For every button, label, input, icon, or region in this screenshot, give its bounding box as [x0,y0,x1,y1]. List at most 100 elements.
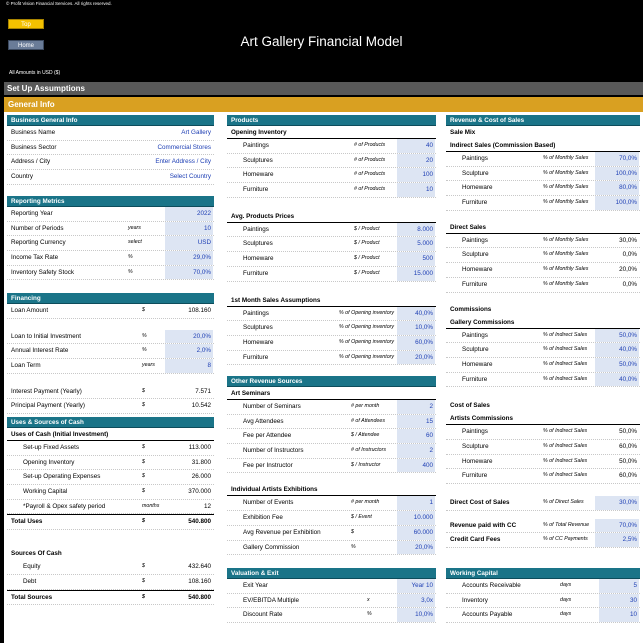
row-label: Furniture [462,375,488,383]
input-cell[interactable]: 60,0% [397,335,435,350]
input-cell[interactable]: 2022 [165,207,213,221]
input-cell[interactable]: 20 [397,153,435,168]
input-cell[interactable]: 10 [165,221,213,236]
input-cell[interactable]: 3,0x [397,593,435,608]
value-cell: 30,0% [619,236,637,244]
input-cell[interactable]: 15.000 [397,266,435,281]
input-cell[interactable]: 2,0% [165,344,213,359]
input-cell[interactable]: 10.000 [397,511,435,525]
input-cell[interactable]: 50,0% [595,357,639,372]
table-row: EV/EBITDA Multiple x 3,0x [227,593,436,609]
row-unit: % of Opening inventory [339,309,395,316]
input-cell[interactable]: 40 [397,139,435,153]
input-cell[interactable]: 80,0% [595,181,639,196]
input-cell[interactable]: 40,0% [397,306,435,321]
row-label: Sculpture [462,251,489,259]
row-unit: $ / Product [354,255,380,262]
row-label: Reporting Currency [11,239,66,247]
table-row: Credit Card Fees % of CC Payments 2,5% [446,533,640,549]
input-cell[interactable]: 50,0% [595,328,639,343]
input-cell[interactable]: 30 [599,593,639,608]
input-cell[interactable]: 100 [397,168,435,183]
input-cell[interactable]: 10,0% [397,321,435,335]
table-row: Direct Cost of Sales % of Direct Sales 30,… [446,496,640,511]
input-cell[interactable]: 20,0% [397,350,435,365]
gallery-commissions-subheader: Gallery Commissions [446,316,640,329]
input-cell[interactable]: 400 [397,458,435,473]
row-label: Exit Year [243,582,268,589]
input-cell[interactable]: 1 [397,496,435,511]
working-capital-panel: Working Capital Accounts Receivable days 5… [446,568,640,624]
row-unit: % of Direct Sales [543,499,584,505]
row-label: Loan Amount [11,307,49,314]
row-unit: $ [142,593,145,600]
input-cell[interactable]: USD [165,236,213,251]
uses-rows: Set-up Fixed Assets $113.000 Opening Inven… [7,441,214,515]
panel-header: Business General Info [7,115,214,126]
row-label: Accounts Receivable [462,582,521,589]
input-cell[interactable]: 20,0% [397,540,435,555]
input-cell[interactable]: 70,0% [595,518,639,533]
gallery-commissions-rows: Paintings% of Indirect Sales 50,0% Sculptu… [446,328,640,388]
row-unit: $ [142,444,145,450]
input-cell[interactable]: 60 [397,429,435,444]
input-cell[interactable]: 5.000 [397,237,435,252]
input-cell[interactable]: 10 [599,608,639,623]
input-cell[interactable]: 2 [397,444,435,458]
row-label: Discount Rate [243,611,283,619]
input-cell[interactable]: 10 [397,183,435,197]
row-label: Loan to Initial Investment [11,332,82,340]
row-unit: $ [142,518,145,525]
value-cell: 50,0% [619,428,637,436]
input-cell[interactable]: 70,0% [595,152,639,166]
value-cell: Art Gallery [181,129,211,136]
input-cell[interactable]: 15 [397,414,435,429]
table-row: Address / City Enter Address / City [7,155,214,171]
table-row: Number of Instructors # of Instructors 2 [227,444,436,459]
row-unit: # per month [351,403,380,409]
input-cell[interactable]: 5 [599,579,639,593]
row-label: Reporting Year [11,210,53,217]
panel-header: Working Capital [446,568,640,579]
input-cell[interactable]: 8.000 [397,222,435,237]
input-cell[interactable]: 100,0% [595,196,639,210]
input-cell[interactable]: 100,0% [595,166,639,181]
table-row: Accounts Receivable days 5 [446,579,640,594]
row-label: Inventory Safety Stock [11,268,74,276]
input-cell[interactable]: 30,0% [595,496,639,510]
input-cell[interactable]: 40,0% [595,343,639,357]
table-row: Business Sector Commercial Stores [7,141,214,156]
row-label: Sculptures [243,156,273,164]
input-cell[interactable]: 29,0% [165,251,213,265]
row-unit: % of Opening inventory [339,338,395,345]
value-cell: Commercial Stores [157,143,211,151]
table-row: Principal Payment (Yearly) $10.542 [7,399,214,415]
row-label: Equity [23,563,41,571]
input-cell[interactable]: 2,5% [595,533,639,548]
row-label: Homeware [243,338,274,346]
currency-note: All Amounts in USD ($) [9,70,61,76]
commissions-subheader: Commissions [450,305,492,313]
input-cell[interactable]: 8 [165,359,213,373]
input-cell[interactable]: 10,0% [397,608,435,623]
table-row: Business Name Art Gallery [7,126,214,141]
direct-cost-row: Direct Cost of Sales % of Direct Sales 30,… [446,496,640,511]
row-label: Number of Instructors [243,447,304,455]
value-cell: 540.800 [188,593,211,601]
input-cell[interactable]: 40,0% [595,372,639,387]
seminars-rows: Number of Seminars # per month 2 Avg Attend… [227,400,436,474]
row-label: Set-up Operating Expenses [23,473,101,481]
input-cell[interactable]: Year 10 [397,579,435,593]
top-button[interactable]: Top [8,19,44,29]
input-cell[interactable]: 2 [397,400,435,414]
input-cell[interactable]: 70,0% [165,265,213,280]
row-unit: $ [142,563,145,570]
row-label: Sculptures [243,324,273,332]
business-rows: Business Name Art Gallery Business Sector C… [7,126,214,185]
table-row: Homeware % of Monthly Sales 20,0% [446,263,640,278]
input-cell[interactable]: 500 [397,252,435,266]
row-label: Homeware [243,171,274,179]
row-label: Gallery Commission [243,543,300,551]
input-cell[interactable]: 20,0% [165,329,213,344]
input-cell[interactable]: 60.000 [397,525,435,540]
